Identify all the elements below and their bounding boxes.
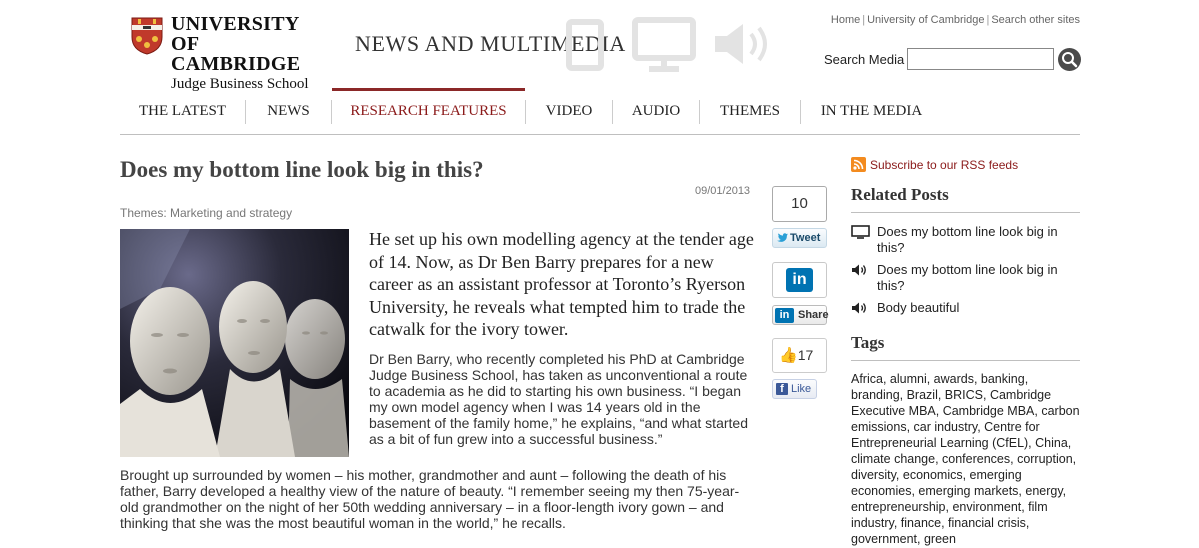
facebook-icon: f [776,383,788,395]
linkedin-share-button[interactable]: in Share [772,305,829,325]
search-label: Search Media [824,52,905,67]
logo-line-cambridge: CAMBRIDGE [171,53,301,75]
nav-item-the-latest[interactable]: THE LATEST [120,88,245,134]
search-input[interactable] [907,48,1054,70]
search-icon [1062,52,1078,68]
linkedin-icon: in [775,308,794,323]
top-links: Home | University of Cambridge | Search othe… [831,14,1080,26]
tag-cloud[interactable]: Africa, alumni, awards, banking, brandin… [851,371,1080,547]
tweet-button[interactable]: Tweet [772,228,827,248]
related-post-item[interactable]: Body beautiful [851,300,1080,316]
logo-line-university: UNIVERSITY OF [171,13,299,55]
home-link[interactable]: Home [831,14,860,26]
like-count-value: 17 [797,347,814,363]
twitter-bird-icon [777,233,788,242]
related-posts-heading: Related Posts [851,185,1080,213]
linkedin-logo-icon: in [786,268,813,292]
related-post-item[interactable]: Does my bottom line look big in this? [851,224,1080,256]
rss-subscribe-link[interactable]: Subscribe to our RSS feeds [851,157,1018,172]
facebook-like-button[interactable]: f Like [772,379,817,399]
facebook-like-count: 👍17 [772,338,827,373]
article-lead: He set up his own modelling agency at th… [369,229,754,339]
related-post-item[interactable]: Does my bottom line look big in this? [851,262,1080,294]
related-post-title[interactable]: Does my bottom line look big in this? [877,262,1058,293]
speaker-icon [852,264,866,276]
search-button[interactable] [1058,48,1081,71]
tweet-count: 10 [772,186,827,222]
search-other-sites-link[interactable]: Search other sites [991,14,1080,26]
rss-label: Subscribe to our RSS feeds [870,158,1019,172]
article-themes[interactable]: Themes: Marketing and strategy [120,206,292,220]
rss-icon [851,157,866,172]
university-of-cambridge-link[interactable]: University of Cambridge [867,14,984,26]
main-nav: THE LATEST NEWS RESEARCH FEATURES VIDEO … [120,88,1080,135]
related-post-title[interactable]: Does my bottom line look big in this? [877,224,1058,255]
tweet-label: Tweet [790,232,821,244]
article-title: Does my bottom line look big in this? [120,157,484,182]
nav-item-research-features[interactable]: RESEARCH FEATURES [332,88,525,134]
thumbs-up-icon: 👍 [779,347,798,364]
facebook-like-label: Like [791,383,812,395]
tags-heading: Tags [851,333,1080,361]
nav-item-audio[interactable]: AUDIO [613,88,699,134]
article-paragraph-1: Dr Ben Barry, who recently completed his… [369,351,748,447]
linkedin-share-label: Share [798,309,829,321]
nav-item-in-the-media[interactable]: IN THE MEDIA [801,88,942,134]
speaker-icon [852,302,866,314]
nav-item-video[interactable]: VIDEO [526,88,612,134]
related-post-title[interactable]: Body beautiful [877,300,959,315]
cambridge-judge-logo[interactable]: UNIVERSITY OF CAMBRIDGE Judge Business S… [131,13,321,92]
linkedin-count: in [772,262,827,298]
nav-item-news[interactable]: NEWS [246,88,331,134]
article-image-mannequins [120,229,349,457]
article-paragraph-2: Brought up surrounded by women – his mot… [120,467,740,531]
nav-item-themes[interactable]: THEMES [700,88,800,134]
monitor-icon [851,225,870,239]
article-date: 09/01/2013 [695,185,751,197]
cambridge-shield-icon [131,17,163,55]
related-posts-list: Does my bottom line look big in this? Do… [851,224,1080,322]
media-decoration-icon [566,17,767,72]
